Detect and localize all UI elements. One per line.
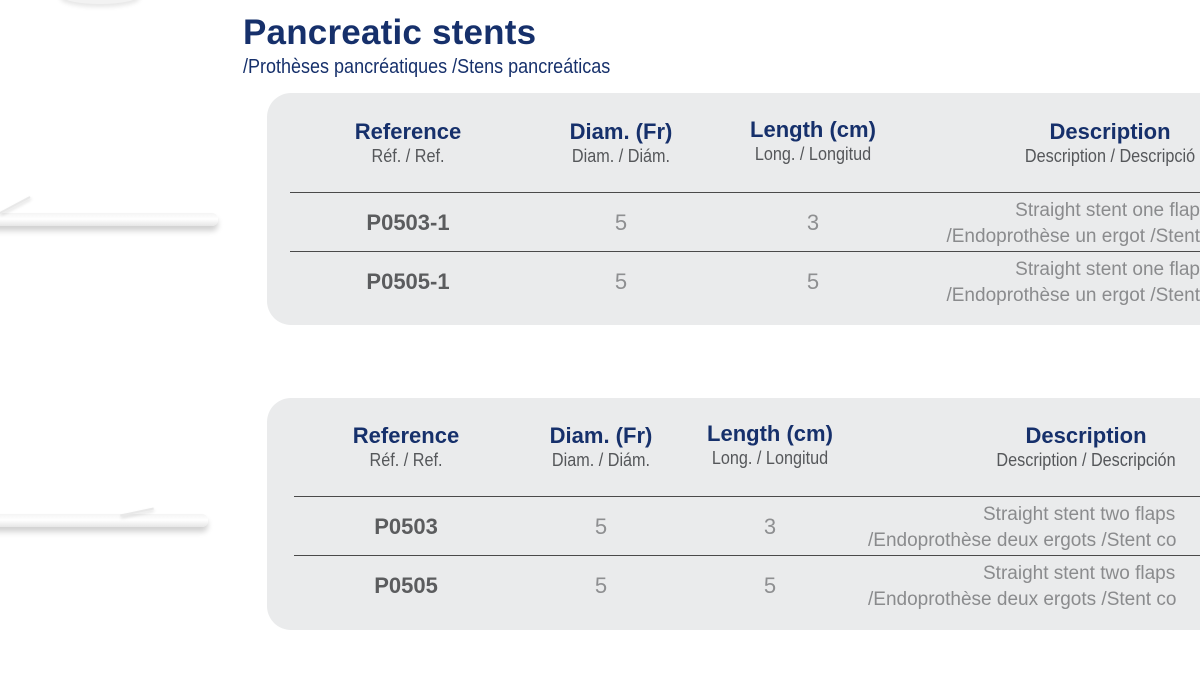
header-description: Description Description / Descripción (996, 423, 1176, 470)
row-reference: P0505 (374, 573, 438, 598)
row-description: Straight stent two flaps /Endoprothèse d… (868, 563, 1177, 610)
stent-flap (120, 507, 154, 517)
row-description: Straight stent one flap /Endoprothèse un… (946, 259, 1200, 306)
row-diameter: 5 (594, 573, 608, 598)
stent-two-flaps-image (0, 507, 208, 527)
header-length: Length (cm) Long. / Longitud (750, 117, 876, 164)
header-diameter: Diam. (Fr) Diam. / Diám. (569, 119, 673, 166)
page-subtitle: /Prothèses pancréatiques /Stens pancreát… (243, 56, 611, 78)
header-reference: Reference Réf. / Ref. (352, 423, 460, 470)
header-reference: Reference Réf. / Ref. (354, 119, 462, 166)
stent-one-flap-image (0, 196, 218, 226)
stent-flap (0, 196, 31, 214)
row-length: 3 (763, 514, 777, 539)
row-diameter: 5 (614, 210, 628, 235)
page-title: Pancreatic stents (243, 13, 537, 52)
row-diameter: 5 (614, 269, 628, 294)
row-reference: P0505-1 (366, 269, 450, 294)
table-row-rule (294, 555, 1200, 556)
table-header-rule (290, 192, 1200, 193)
header-diameter: Diam. (Fr) Diam. / Diám. (549, 423, 653, 470)
row-reference: P0503 (374, 514, 438, 539)
header-length: Length (cm) Long. / Longitud (707, 421, 833, 468)
stent-image-fragment (60, 0, 140, 4)
row-description: Straight stent two flaps /Endoprothèse d… (868, 504, 1177, 551)
table-header-rule (294, 496, 1200, 497)
header-description: Description Description / Descripció (1024, 119, 1196, 166)
row-description: Straight stent one flap /Endoprothèse un… (946, 200, 1200, 247)
table-row-rule (290, 251, 1200, 252)
row-length: 5 (763, 573, 777, 598)
row-diameter: 5 (594, 514, 608, 539)
row-reference: P0503-1 (366, 210, 450, 235)
